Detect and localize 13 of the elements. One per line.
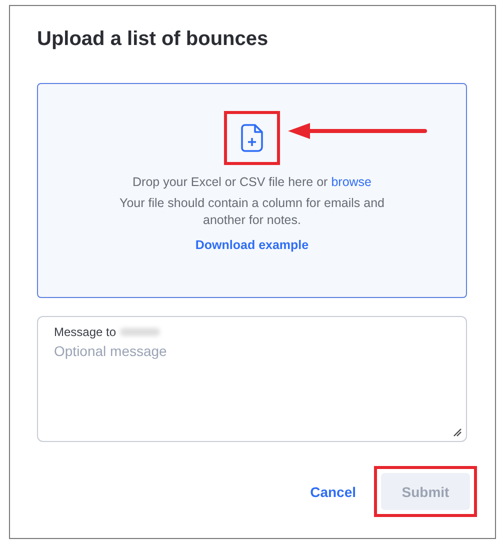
browse-link[interactable]: browse xyxy=(331,175,372,189)
dialog-title: Upload a list of bounces xyxy=(37,28,270,52)
message-label: Message to xyxy=(54,325,116,339)
file-plus-icon xyxy=(241,124,263,152)
message-input[interactable]: Optional message xyxy=(54,339,450,433)
download-example-link[interactable]: Download example xyxy=(195,238,309,252)
drop-zone[interactable]: Drop your Excel or CSV file here or browse Your file should contain a column for emails and another for notes. Download example xyxy=(37,83,467,298)
message-field[interactable]: Message to Optional message xyxy=(37,316,467,442)
cancel-button[interactable]: Cancel xyxy=(310,484,356,500)
file-requirements-text: Your file should contain a column for emails and another for notes. xyxy=(118,195,386,229)
redacted-name xyxy=(120,328,160,336)
drop-instruction: Drop your Excel or CSV file here or browse xyxy=(132,175,372,189)
resize-handle-icon[interactable] xyxy=(453,428,462,437)
